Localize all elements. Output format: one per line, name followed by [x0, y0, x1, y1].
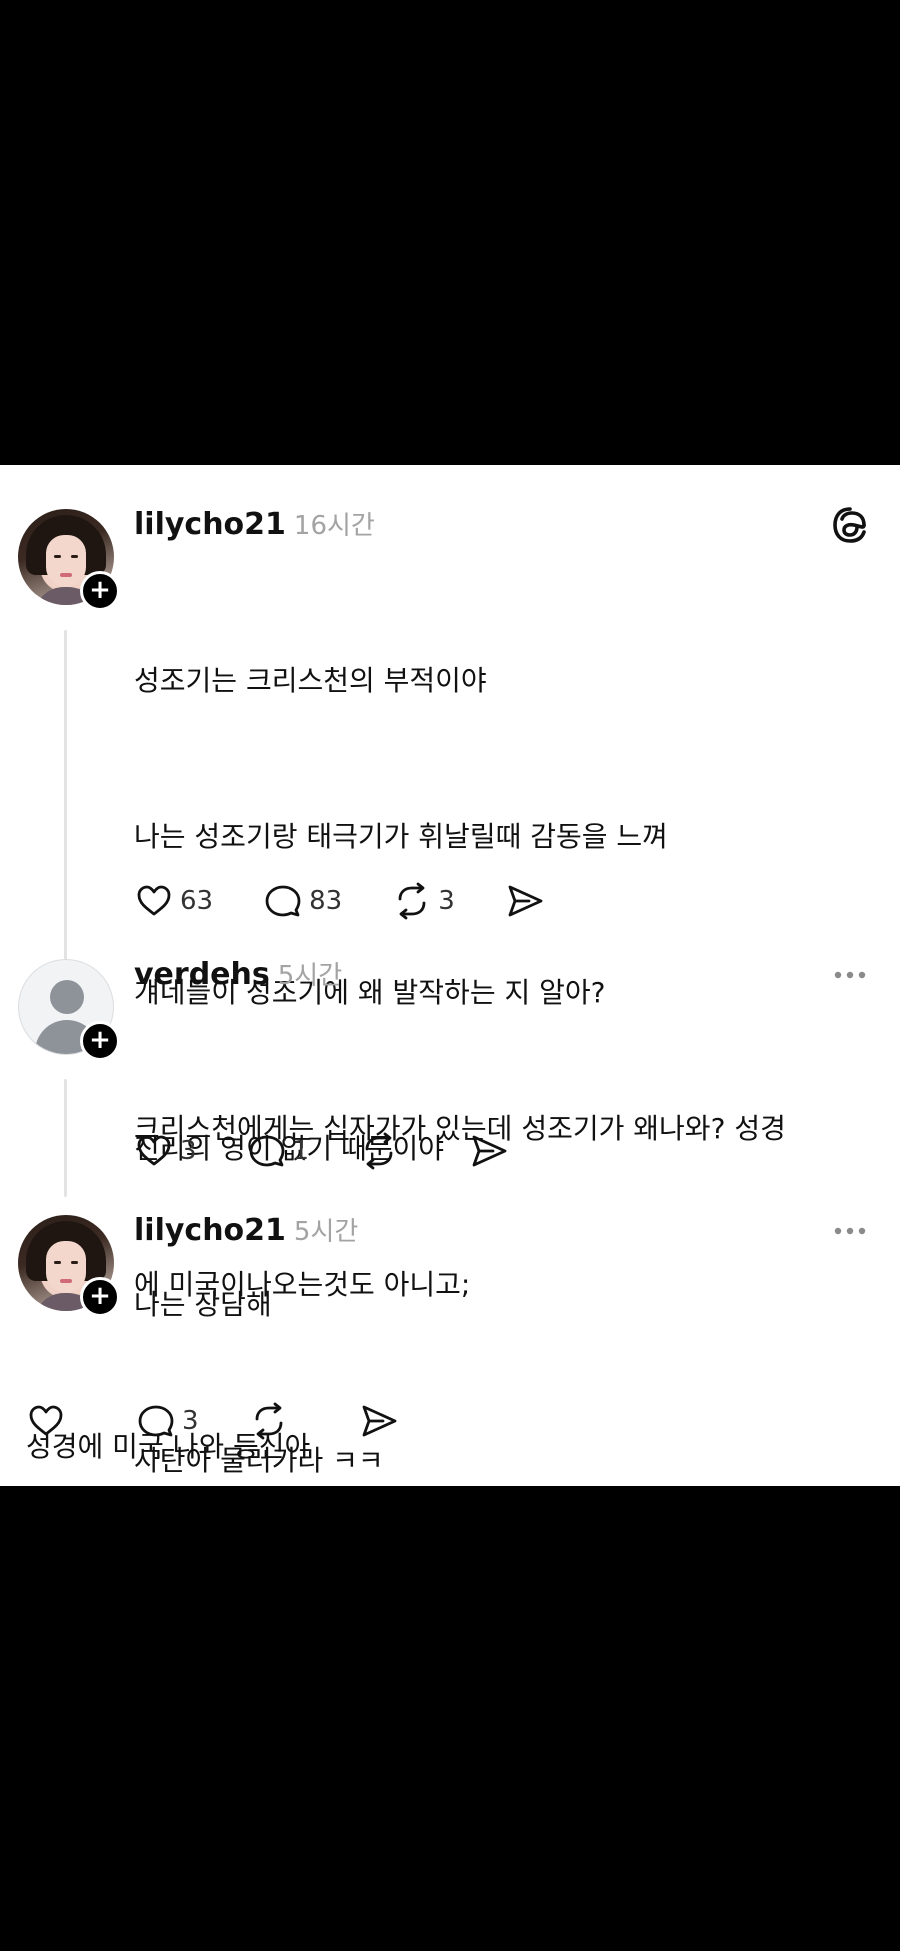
send-icon: [362, 1405, 396, 1437]
action-bar: 63 83 3: [134, 879, 545, 923]
threads-logo-icon[interactable]: [830, 505, 870, 545]
thread-connector-line: [64, 630, 67, 975]
send-icon: [472, 1135, 507, 1167]
follow-plus-icon[interactable]: +: [80, 1021, 120, 1061]
comment-button[interactable]: 83: [263, 881, 342, 921]
repost-icon: [398, 882, 426, 920]
comment-count: 3: [182, 1406, 199, 1436]
comment-button[interactable]: 3: [136, 1401, 199, 1441]
repost-icon: [365, 1132, 393, 1170]
repost-icon: [255, 1402, 282, 1440]
avatar[interactable]: +: [18, 959, 120, 1061]
share-button[interactable]: [469, 1131, 509, 1171]
comment-count: 83: [309, 886, 343, 916]
follow-plus-icon[interactable]: +: [80, 571, 120, 611]
repost-button[interactable]: [359, 1131, 419, 1171]
thread-card: + lilycho21 16시간 성조기는 크리스천의 부적이야 나는 성조기랑…: [0, 465, 900, 1486]
avatar[interactable]: +: [18, 1215, 120, 1317]
like-button[interactable]: 63: [134, 881, 213, 921]
comment-bubble-icon: [138, 1405, 174, 1437]
more-options-icon[interactable]: [830, 1221, 870, 1241]
post-header: lilycho21 5시간: [134, 1211, 358, 1251]
follow-plus-icon[interactable]: +: [80, 1277, 120, 1317]
thread-connector-line: [64, 1079, 67, 1197]
post-line: 나는 성조기랑 태극기가 휘날릴때 감동을 느껴: [134, 820, 668, 853]
heart-icon: [137, 1135, 171, 1166]
like-count: 63: [180, 886, 214, 916]
comment-count: 1: [292, 1136, 310, 1166]
comment-button[interactable]: 1: [247, 1131, 310, 1171]
comment-bubble-icon: [265, 885, 301, 917]
username[interactable]: verdehs: [134, 957, 270, 992]
timestamp: 16시간: [293, 511, 375, 541]
action-bar: 3 1: [134, 1129, 509, 1173]
send-icon: [508, 885, 543, 917]
share-button[interactable]: [505, 881, 545, 921]
action-bar: 3: [26, 1399, 399, 1443]
share-button[interactable]: [359, 1401, 399, 1441]
timestamp: 5시간: [277, 961, 343, 991]
post-line: 성조기는 크리스천의 부적이야: [134, 664, 487, 697]
post-body: 성경에 미국 나와 등신아: [26, 1317, 876, 1577]
heart-icon: [137, 885, 171, 916]
comment-bubble-icon: [249, 1135, 284, 1167]
timestamp: 5시간: [293, 1217, 359, 1247]
repost-button[interactable]: 3: [392, 881, 455, 921]
like-count: 3: [180, 1136, 197, 1166]
post-line: 에 미국이나오는것도 아니고;: [134, 1268, 471, 1301]
heart-icon: [29, 1405, 63, 1436]
avatar[interactable]: +: [18, 509, 120, 611]
post-header: verdehs 5시간: [134, 955, 342, 995]
repost-count: 3: [438, 886, 455, 916]
username[interactable]: lilycho21: [134, 507, 286, 542]
username[interactable]: lilycho21: [134, 1213, 286, 1248]
post-header: lilycho21 16시간: [134, 505, 375, 545]
repost-button[interactable]: [249, 1401, 309, 1441]
like-button[interactable]: 3: [134, 1131, 197, 1171]
more-options-icon[interactable]: [830, 965, 870, 985]
like-button[interactable]: [26, 1401, 86, 1441]
